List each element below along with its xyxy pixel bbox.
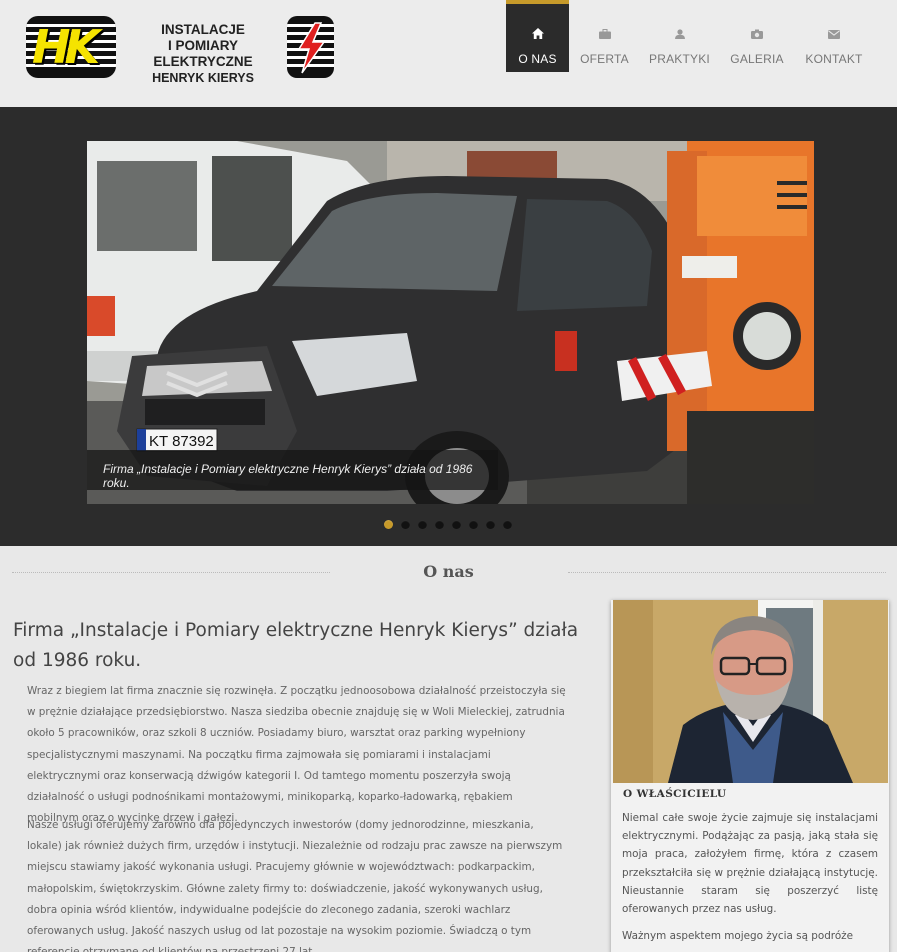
slide-image[interactable]: KT 87392 Firma „Instalacje i Pomiary ele… [87, 141, 814, 504]
site-header: HK INSTALACJE I POMIARY ELEKTRYCZNE HENR… [0, 0, 897, 107]
slider-dot-2[interactable] [401, 520, 410, 529]
slider-dot-1[interactable] [384, 520, 393, 529]
nav-item-o-nas[interactable]: O NAS [506, 0, 569, 72]
owner-text-1: Niemal całe swoje życie zajmuje się inst… [622, 812, 878, 916]
lightning-bolt-icon [287, 16, 334, 78]
nav-item-galeria[interactable]: GALERIA [728, 0, 786, 72]
briefcase-icon [576, 28, 633, 40]
nav-label: PRAKTYKI [649, 52, 710, 66]
slider-dot-7[interactable] [486, 520, 495, 529]
slider-dot-8[interactable] [503, 520, 512, 529]
hero-slider: KT 87392 Firma „Instalacje i Pomiary ele… [0, 107, 897, 546]
license-plate-text: KT 87392 [149, 433, 214, 450]
nav-label: O NAS [518, 52, 557, 66]
about-paragraph-1: Wraz z biegiem lat firma znacznie się ro… [27, 685, 566, 825]
nav-label: GALERIA [730, 52, 784, 66]
section-divider-right [568, 572, 886, 573]
nav-item-oferta[interactable]: OFERTA [576, 0, 633, 72]
nav-item-kontakt[interactable]: KONTAKT [802, 0, 866, 72]
logo-letters: HK [32, 20, 100, 74]
nav-item-praktyki[interactable]: PRAKTYKI [646, 0, 713, 72]
owner-title: O WŁAŚCICIELU [623, 788, 727, 800]
slider-dot-5[interactable] [452, 520, 461, 529]
logo-line-2: I POMIARY ELEKTRYCZNE [153, 38, 253, 69]
slide-caption: Firma „Instalacje i Pomiary elektryczne … [87, 450, 498, 490]
slider-dot-6[interactable] [469, 520, 478, 529]
nav-label: OFERTA [580, 52, 629, 66]
owner-card: O WŁAŚCICIELU Niemal całe swoje życie za… [611, 600, 889, 952]
owner-text-2: Ważnym aspektem mojego życia są podróże [622, 930, 854, 942]
about-headline: Firma „Instalacje i Pomiary elektryczne … [13, 620, 579, 671]
nav-label: KONTAKT [805, 52, 863, 66]
about-paragraph-2: Nasze usługi oferujemy zarówno dla pojed… [27, 819, 563, 952]
site-logo[interactable]: HK INSTALACJE I POMIARY ELEKTRYCZNE HENR… [26, 13, 334, 85]
slider-dot-3[interactable] [418, 520, 427, 529]
logo-hk-badge: HK [26, 16, 116, 78]
logo-line-3: HENRYK KIERYS [152, 71, 254, 85]
logo-text: INSTALACJE I POMIARY ELEKTRYCZNE HENRYK … [118, 22, 288, 86]
home-icon [506, 28, 569, 40]
slider-dot-4[interactable] [435, 520, 444, 529]
user-icon [646, 28, 713, 40]
logo-line-1: INSTALACJE [161, 22, 245, 37]
envelope-icon [802, 28, 866, 40]
camera-icon [728, 28, 786, 40]
owner-photo [613, 600, 888, 783]
